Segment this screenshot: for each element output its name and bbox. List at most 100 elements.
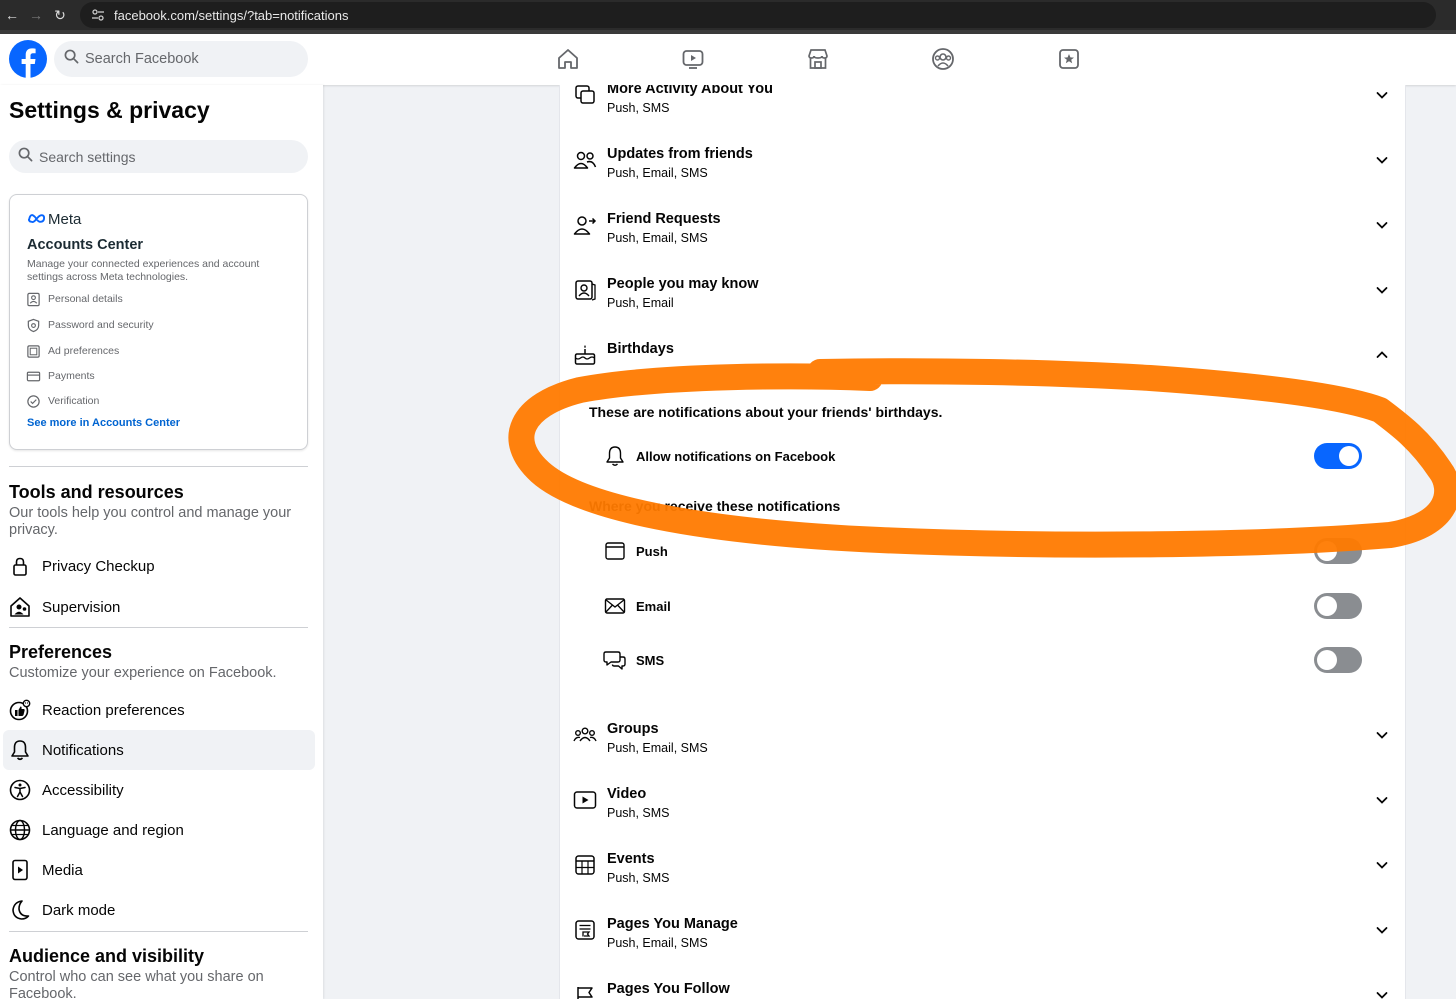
audience-subtitle: Control who can see what you share on Fa…	[9, 969, 264, 999]
channel-label: SMS	[636, 653, 665, 668]
notification-title: Pages You Follow	[607, 981, 730, 997]
reload-icon[interactable]: ↻	[48, 0, 72, 30]
notification-channels: Push, SMS	[607, 101, 670, 115]
sidebar-item-notifications[interactable]: Notifications	[3, 730, 315, 770]
ac-item-label: Ad preferences	[48, 345, 120, 357]
ac-item-password-security[interactable]: Password and security	[25, 316, 154, 334]
marketplace-icon[interactable]	[805, 46, 831, 72]
site-settings-icon[interactable]	[90, 7, 106, 23]
allow-notifications-row[interactable]: Allow notifications on Facebook	[600, 441, 1370, 471]
notification-row-birthdays[interactable]: Birthdays	[560, 341, 1405, 399]
sidebar-item-supervision[interactable]: Supervision	[3, 587, 315, 627]
sidebar-item-dark-mode[interactable]: Dark mode	[3, 890, 315, 930]
moon-icon	[9, 899, 31, 921]
notification-title: Updates from friends	[607, 146, 753, 162]
notification-row-events[interactable]: Events Push, SMS	[560, 851, 1405, 909]
channel-row-email[interactable]: Email	[600, 591, 1370, 621]
chevron-down-icon[interactable]	[1372, 855, 1392, 875]
url-text: facebook.com/settings/?tab=notifications	[114, 7, 349, 23]
settings-search-input[interactable]	[39, 148, 289, 165]
notification-channels: Push, Email, SMS	[607, 936, 708, 950]
divider	[9, 931, 308, 932]
globe-icon	[9, 819, 31, 841]
email-toggle[interactable]	[1314, 593, 1362, 619]
sidebar-item-label: Supervision	[42, 598, 121, 616]
chevron-down-icon[interactable]	[1372, 985, 1392, 999]
toggle-knob	[1317, 650, 1337, 670]
ac-item-label: Password and security	[48, 319, 154, 331]
chevron-down-icon[interactable]	[1372, 85, 1392, 105]
sidebar-item-label: Dark mode	[42, 901, 116, 919]
shield-icon	[25, 317, 41, 333]
ac-item-ad-preferences[interactable]: Ad preferences	[25, 342, 119, 360]
notification-row-pages-you-follow[interactable]: Pages You Follow	[560, 981, 1405, 999]
notification-channels: Push, SMS	[607, 806, 670, 820]
bell-icon	[9, 739, 31, 761]
chevron-down-icon[interactable]	[1372, 725, 1392, 745]
chevron-down-icon[interactable]	[1372, 790, 1392, 810]
sidebar-item-reaction-preferences[interactable]: Reaction preferences	[3, 690, 315, 730]
see-more-accounts-center-link[interactable]: See more in Accounts Center	[27, 417, 180, 429]
notification-title: Friend Requests	[607, 211, 721, 227]
channel-row-sms[interactable]: SMS	[600, 645, 1370, 675]
notification-title: Pages You Manage	[607, 916, 738, 932]
accounts-center-description: Manage your connected experiences and ac…	[27, 258, 260, 283]
sidebar-item-language-region[interactable]: Language and region	[3, 810, 315, 850]
notification-title: Events	[607, 851, 655, 867]
chevron-down-icon[interactable]	[1372, 150, 1392, 170]
groups-icon[interactable]	[930, 46, 956, 72]
chevron-down-icon[interactable]	[1372, 920, 1392, 940]
forward-icon[interactable]: →	[24, 0, 48, 30]
notification-row-pages-you-manage[interactable]: Pages You Manage Push, Email, SMS	[560, 916, 1405, 974]
chevron-down-icon[interactable]	[1372, 280, 1392, 300]
notification-row-groups[interactable]: Groups Push, Email, SMS	[560, 721, 1405, 779]
ad-preferences-icon	[25, 343, 41, 359]
ac-item-payments[interactable]: Payments	[25, 367, 95, 385]
sidebar-item-privacy-checkup[interactable]: Privacy Checkup	[3, 546, 315, 586]
notification-row-updates-from-friends[interactable]: Updates from friends Push, Email, SMS	[560, 146, 1405, 204]
ac-item-personal-details[interactable]: Personal details	[25, 290, 123, 308]
sidebar-item-label: Accessibility	[42, 781, 124, 799]
accounts-center-card[interactable]: Meta Accounts Center Manage your connect…	[9, 194, 308, 450]
friend-request-icon	[573, 213, 597, 237]
allow-notifications-toggle[interactable]	[1314, 443, 1362, 469]
sidebar-item-label: Media	[42, 861, 83, 879]
chevron-down-icon[interactable]	[1372, 215, 1392, 235]
address-bar[interactable]: facebook.com/settings/?tab=notifications	[80, 2, 1436, 28]
notification-channels: Push, Email, SMS	[607, 166, 708, 180]
chevron-up-icon[interactable]	[1372, 345, 1392, 365]
notification-title: People you may know	[607, 276, 759, 292]
facebook-search[interactable]	[54, 41, 308, 77]
facebook-header	[0, 34, 1456, 85]
ac-item-label: Personal details	[48, 293, 123, 305]
ac-item-verification[interactable]: Verification	[25, 392, 99, 410]
birthdays-description: These are notifications about your frien…	[589, 404, 943, 420]
notification-row-more-activity[interactable]: More Activity About You Push, SMS	[560, 85, 1405, 139]
accessibility-icon	[9, 779, 31, 801]
people-you-may-know-icon	[573, 278, 597, 302]
back-icon[interactable]: ←	[0, 0, 24, 30]
facebook-logo-icon[interactable]	[9, 40, 47, 78]
notification-row-people-you-may-know[interactable]: People you may know Push, Email	[560, 276, 1405, 334]
search-icon	[18, 147, 33, 167]
notification-row-friend-requests[interactable]: Friend Requests Push, Email, SMS	[560, 211, 1405, 269]
facebook-search-input[interactable]	[85, 51, 285, 67]
page-title: Settings & privacy	[9, 97, 210, 123]
channel-row-push[interactable]: Push	[600, 536, 1370, 566]
notification-row-video[interactable]: Video Push, SMS	[560, 786, 1405, 844]
channel-label: Push	[636, 544, 668, 559]
settings-search[interactable]	[9, 140, 308, 173]
sms-toggle[interactable]	[1314, 647, 1362, 673]
video-icon[interactable]	[680, 46, 706, 72]
email-icon	[603, 594, 627, 618]
sidebar-item-accessibility[interactable]: Accessibility	[3, 770, 315, 810]
sidebar-item-media[interactable]: Media	[3, 850, 315, 890]
notification-title: Birthdays	[607, 341, 674, 357]
push-toggle[interactable]	[1314, 538, 1362, 564]
divider	[9, 466, 308, 467]
meta-brand: Meta	[27, 211, 81, 228]
tools-subtitle: Our tools help you control and manage yo…	[9, 505, 292, 538]
id-card-icon	[25, 291, 41, 307]
gaming-icon[interactable]	[1056, 46, 1082, 72]
home-icon[interactable]	[555, 46, 581, 72]
